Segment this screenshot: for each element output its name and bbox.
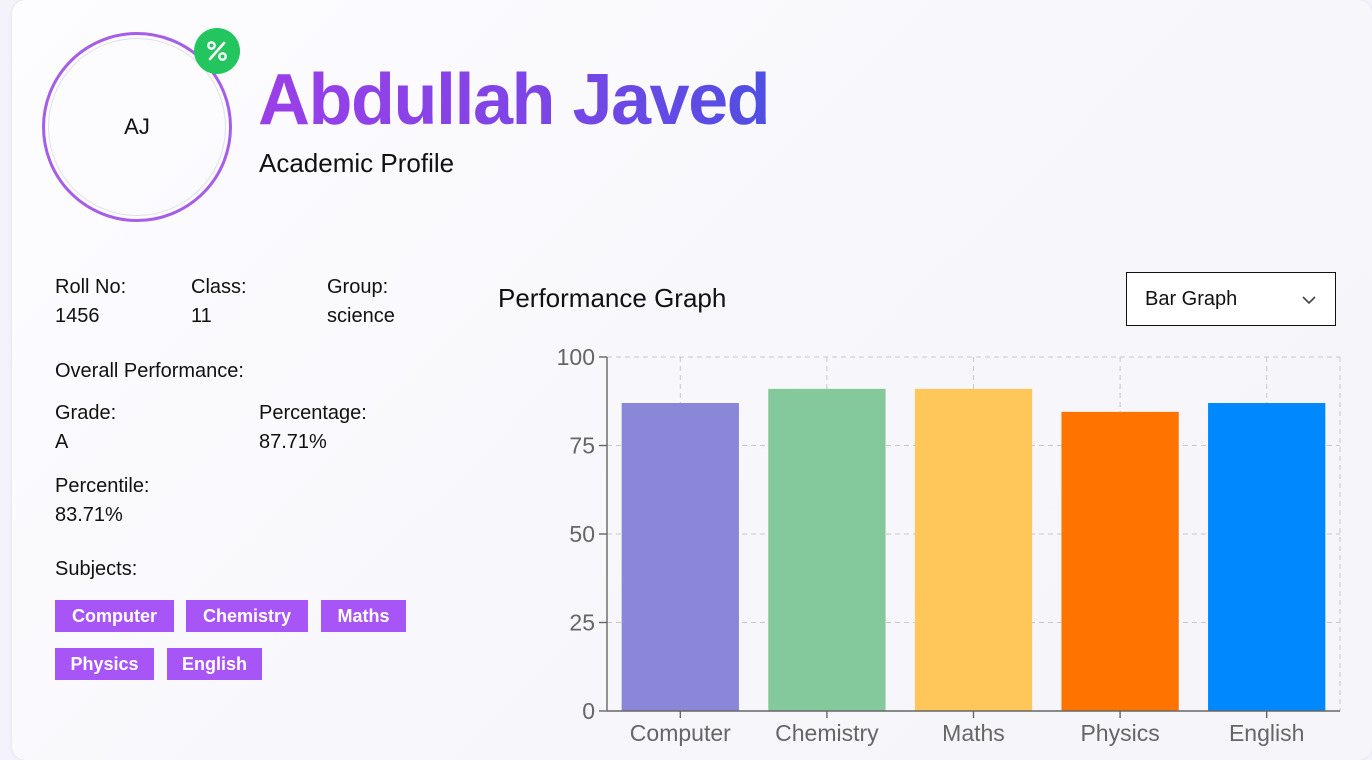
x-tick-label: Chemistry — [775, 720, 879, 746]
subject-tag: English — [167, 648, 262, 680]
student-name: Abdullah Javed — [258, 60, 771, 140]
y-tick-label: 0 — [582, 698, 595, 724]
grade-value: A — [55, 431, 69, 453]
subject-tag: Chemistry — [186, 600, 308, 632]
percentage-field: Percentage: 87.71% — [259, 402, 367, 454]
chevron-down-icon — [1301, 291, 1317, 314]
x-tick-label: English — [1229, 720, 1304, 746]
chart-bar — [768, 388, 886, 711]
performance-bar-chart: 0 25 50 75 100 Computer Chemistry Maths Physics E… — [557, 344, 1341, 746]
group-label: Group: — [327, 276, 389, 298]
subject-tag: Maths — [321, 600, 406, 632]
subject-tag: Computer — [55, 600, 174, 632]
x-tick-label: Maths — [942, 720, 1005, 746]
y-tick-label: 75 — [569, 433, 595, 459]
percentile-label: Percentile: — [55, 475, 150, 497]
class-label: Class: — [191, 276, 247, 298]
percentile-field: Percentile: 83.71% — [55, 475, 150, 527]
chart-bar — [1061, 411, 1179, 711]
percentage-value: 87.71% — [259, 431, 327, 453]
overall-performance-heading: Overall Performance: — [55, 360, 244, 382]
percent-icon — [194, 28, 240, 74]
graph-title: Performance Graph — [498, 283, 727, 313]
chart-bar — [914, 388, 1033, 711]
subject-tag: Physics — [55, 648, 154, 680]
y-tick-label: 50 — [569, 521, 595, 547]
group-value: science — [327, 305, 395, 327]
class-value: 11 — [191, 305, 212, 327]
chart-bar — [621, 403, 739, 711]
graph-type-select[interactable]: Bar Graph — [1126, 272, 1336, 326]
percentage-label: Percentage: — [259, 402, 367, 424]
y-tick-label: 100 — [557, 344, 595, 370]
roll-value: 1456 — [55, 305, 100, 327]
page-subtitle: Academic Profile — [259, 148, 455, 178]
percentile-value: 83.71% — [55, 504, 123, 526]
roll-label: Roll No: — [55, 276, 127, 298]
graph-type-value: Bar Graph — [1145, 287, 1238, 310]
grade-label: Grade: — [55, 402, 117, 424]
chart-bar — [1208, 403, 1326, 711]
x-tick-label: Physics — [1080, 720, 1159, 746]
y-tick-label: 25 — [569, 610, 595, 636]
group-field: Group: science — [327, 276, 395, 328]
subjects-label: Subjects: — [55, 558, 138, 580]
roll-field: Roll No: 1456 — [55, 276, 126, 328]
x-tick-label: Computer — [630, 720, 731, 746]
grade-field: Grade: A — [55, 402, 116, 454]
class-field: Class: 11 — [191, 276, 247, 328]
